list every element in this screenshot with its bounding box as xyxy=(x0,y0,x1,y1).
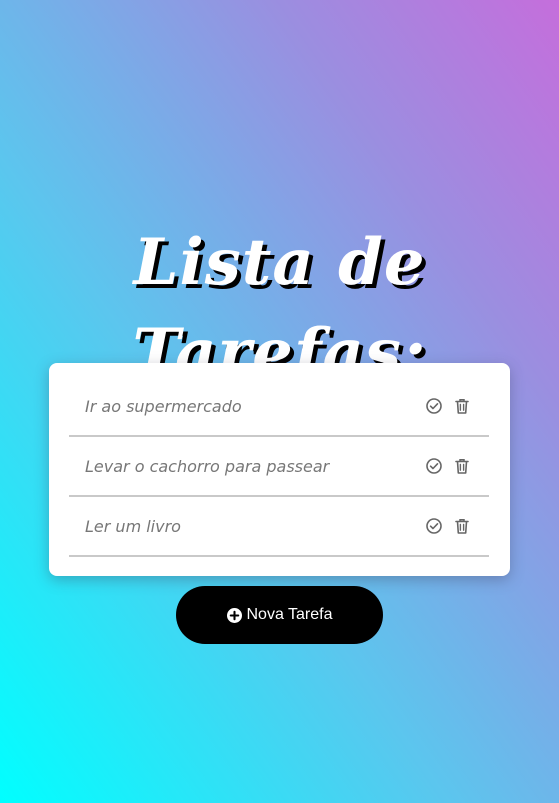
task-item: Ir ao supermercado xyxy=(69,377,489,437)
check-circle-icon[interactable] xyxy=(425,397,443,415)
trash-icon[interactable] xyxy=(453,397,471,415)
new-task-label: Nova Tarefa xyxy=(246,606,333,623)
check-circle-icon[interactable] xyxy=(425,457,443,475)
check-circle-icon[interactable] xyxy=(425,517,443,535)
trash-icon[interactable] xyxy=(453,457,471,475)
new-task-button[interactable]: Nova Tarefa xyxy=(176,586,383,644)
task-text: Ler um livro xyxy=(85,517,181,536)
task-item: Ler um livro xyxy=(69,497,489,557)
trash-icon[interactable] xyxy=(453,517,471,535)
plus-circle-icon xyxy=(226,607,242,623)
task-list: Ir ao supermercado Levar o cachorro para… xyxy=(49,363,510,576)
task-item: Levar o cachorro para passear xyxy=(69,437,489,497)
task-text: Ir ao supermercado xyxy=(85,397,242,416)
task-text: Levar o cachorro para passear xyxy=(85,457,330,476)
